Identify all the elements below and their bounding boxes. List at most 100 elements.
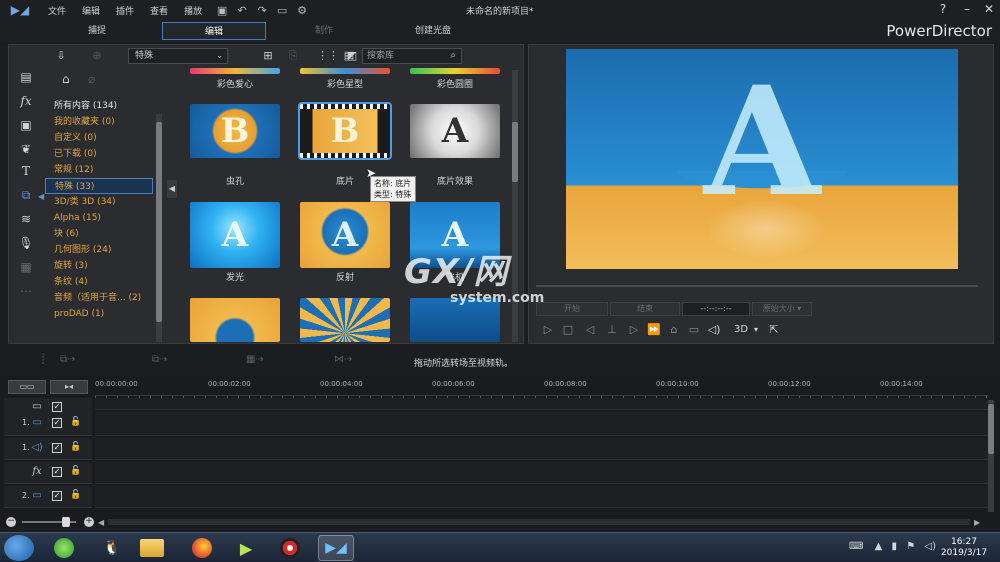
menu-file[interactable]: 文件: [40, 4, 74, 17]
duration-icon[interactable]: ▦⇢: [246, 354, 264, 368]
menu-plugins[interactable]: 插件: [108, 4, 142, 17]
track-enable-checkbox[interactable]: ✓: [52, 443, 62, 453]
zoom-out-icon[interactable]: −: [6, 517, 16, 527]
category-scroll-thumb[interactable]: [156, 122, 162, 322]
fix-enhance-icon[interactable]: ⋈⇢: [334, 354, 352, 368]
previous-frame-icon[interactable]: ◁: [582, 322, 598, 338]
zoom-in-icon[interactable]: +: [84, 517, 94, 527]
stop-icon[interactable]: □: [560, 322, 576, 338]
remove-tag-icon[interactable]: ⌀: [88, 72, 95, 86]
preview-size-dropdown[interactable]: 原始大小 ▾: [752, 302, 812, 316]
taskbar-app-powerdirector-icon[interactable]: ▶◢: [318, 535, 354, 561]
add-tag-icon[interactable]: ⌂: [62, 72, 70, 86]
track-enable-checkbox[interactable]: ✓: [52, 491, 62, 501]
audio-mixer-icon[interactable]: ≋: [16, 212, 36, 230]
taskbar-app-recorder-icon[interactable]: [272, 535, 308, 561]
category-item[interactable]: 常规 (12): [45, 162, 153, 178]
play-icon[interactable]: ▷: [540, 322, 556, 338]
category-item[interactable]: 旋转 (3): [45, 258, 153, 274]
category-item[interactable]: 块 (6): [45, 226, 153, 242]
category-item[interactable]: 自定义 (0): [45, 130, 153, 146]
volume-icon[interactable]: ◁): [706, 322, 722, 338]
timeline-ruler[interactable]: 00:00:00:00 00:00:02:00 00:00:04:00 00:0…: [95, 378, 988, 396]
track-lane-video-1[interactable]: [95, 412, 988, 436]
taskbar-app-explorer-icon[interactable]: [134, 535, 170, 561]
next-frame-icon[interactable]: ▷: [626, 322, 642, 338]
search-icon[interactable]: ⌕: [450, 49, 456, 63]
undock-window-icon[interactable]: ⇱: [766, 322, 782, 338]
flag-icon[interactable]: ⚑: [906, 541, 915, 552]
category-item[interactable]: 已下载 (0): [45, 146, 153, 162]
taskbar-clock[interactable]: 16:27 2019/3/17: [936, 537, 992, 559]
category-item-selected[interactable]: 特殊 (33): [45, 178, 153, 194]
snapshot-camera-icon[interactable]: ⌂: [666, 322, 682, 338]
tab-edit[interactable]: 编辑: [162, 22, 266, 40]
display-icon[interactable]: ▭: [686, 322, 702, 338]
particle-room-icon[interactable]: ❦: [16, 142, 36, 160]
trim-clip-icon[interactable]: ⧉⇢: [152, 354, 168, 368]
category-item[interactable]: 所有内容 (134): [45, 98, 153, 114]
lock-icon[interactable]: 🔓: [70, 442, 81, 452]
category-item[interactable]: 我的收藏夹 (0): [45, 114, 153, 130]
scroll-right-icon[interactable]: ▶: [974, 518, 980, 527]
transition-thumb-wormhole[interactable]: B: [190, 104, 280, 158]
undo-icon[interactable]: ↶: [234, 4, 250, 17]
pip-room-icon[interactable]: ▣: [16, 118, 36, 136]
media-room-icon[interactable]: ▤: [16, 70, 36, 88]
taskbar-app-media-icon[interactable]: ▶: [228, 535, 264, 561]
menu-edit[interactable]: 编辑: [74, 4, 108, 17]
category-item[interactable]: proDAD (1): [45, 306, 153, 322]
timeline-vertical-scrollbar[interactable]: [988, 400, 994, 512]
preview-screen[interactable]: A: [566, 49, 958, 269]
add-to-favorites-icon[interactable]: ⊞: [260, 49, 276, 63]
mark-icon[interactable]: ⊥: [604, 322, 620, 338]
minimize-button[interactable]: –: [956, 2, 978, 16]
volume-tray-icon[interactable]: ◁): [924, 541, 936, 552]
scroll-left-icon[interactable]: ◀: [98, 518, 104, 527]
category-item[interactable]: Alpha (15): [45, 210, 153, 226]
category-scrollbar[interactable]: [156, 114, 162, 342]
track-enable-checkbox[interactable]: ✓: [52, 467, 62, 477]
lock-icon[interactable]: 🔓: [70, 466, 81, 476]
subtitle-room-icon[interactable]: ⋯: [16, 284, 36, 302]
aspect-ratio-icon[interactable]: ▭: [274, 4, 290, 17]
fit-timeline-button[interactable]: ▸◂: [50, 380, 88, 394]
voiceover-mic-icon[interactable]: 🎙: [16, 236, 36, 254]
transition-thumb-reflect[interactable]: A: [300, 202, 390, 268]
taskbar-app-qq-icon[interactable]: 🐧: [94, 535, 130, 561]
transition-thumb-partial[interactable]: [410, 68, 500, 74]
transition-thumb-glow[interactable]: A: [190, 202, 280, 268]
category-dropdown[interactable]: 特殊 ⌄: [128, 48, 228, 64]
help-button[interactable]: ?: [932, 2, 954, 16]
lock-icon[interactable]: 🔓: [70, 490, 81, 500]
save-icon[interactable]: ▣: [214, 4, 230, 17]
menu-view[interactable]: 查看: [142, 4, 176, 17]
settings-gear-icon[interactable]: ⚙: [294, 4, 310, 17]
taskbar-app-firefox-icon[interactable]: [184, 535, 220, 561]
start-button[interactable]: [4, 535, 34, 561]
chevron-down-icon[interactable]: ▾: [748, 322, 764, 338]
track-enable-checkbox[interactable]: ✓: [52, 418, 62, 428]
library-search-input[interactable]: 搜索库 ⌕: [362, 48, 462, 64]
track-lane-fx[interactable]: [95, 462, 988, 484]
category-item[interactable]: 3D/类 3D (34): [45, 194, 153, 210]
redo-icon[interactable]: ↷: [254, 4, 270, 17]
mark-out-button[interactable]: 结束: [610, 302, 680, 316]
import-media-icon[interactable]: ⇩: [53, 49, 69, 63]
transition-thumb-film[interactable]: B: [298, 102, 392, 160]
close-button[interactable]: ✕: [978, 2, 1000, 16]
collapse-panel-button[interactable]: ◀: [167, 180, 177, 198]
split-clip-icon[interactable]: ⧉⇢: [60, 354, 76, 368]
tray-expand-icon[interactable]: ▲: [875, 541, 883, 552]
grid-view-icon[interactable]: ⋮⋮: [317, 49, 339, 63]
tab-create-disc[interactable]: 创建光盘: [381, 22, 485, 40]
transition-thumb-partial[interactable]: [300, 298, 390, 342]
mark-in-button[interactable]: 开始: [536, 302, 608, 316]
fast-forward-icon[interactable]: ⏩: [646, 322, 662, 338]
timecode-display[interactable]: --:--:--:--: [682, 302, 750, 316]
fullscreen-library-icon[interactable]: ◩: [344, 49, 360, 63]
transition-room-icon[interactable]: ⧉: [16, 188, 36, 206]
download-globe-icon[interactable]: ⊕: [89, 49, 105, 63]
timeline-horizontal-scrollbar[interactable]: [108, 519, 970, 525]
grid-scroll-thumb[interactable]: [512, 122, 518, 182]
